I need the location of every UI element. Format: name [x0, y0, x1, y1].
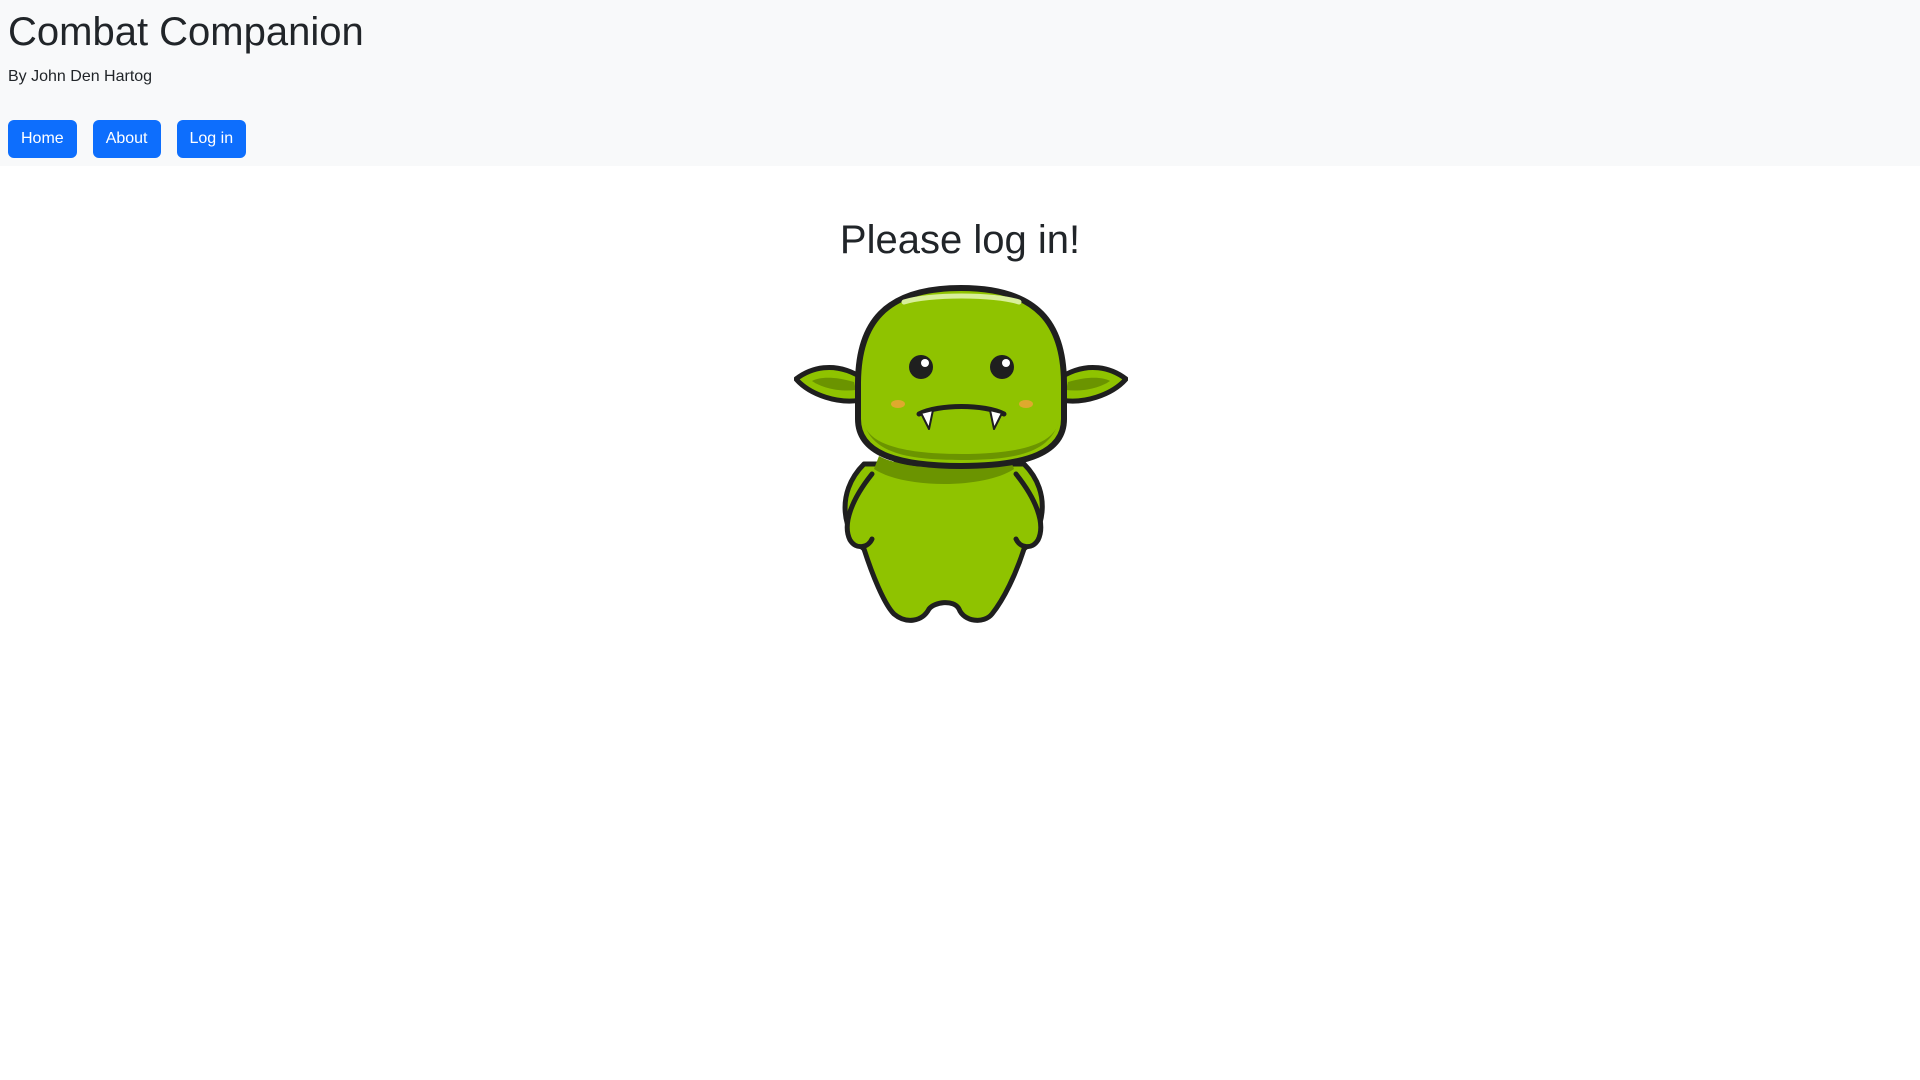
home-button[interactable]: Home: [8, 120, 77, 158]
app-title: Combat Companion: [8, 10, 364, 54]
goblin-mascot-icon: [793, 284, 1129, 628]
site-header: Combat Companion By John Den Hartog Home…: [0, 0, 1920, 166]
login-prompt-heading: Please log in!: [839, 218, 1081, 262]
author-byline: By John Den Hartog: [8, 68, 153, 85]
login-button[interactable]: Log in: [176, 120, 247, 158]
about-button[interactable]: About: [92, 120, 161, 158]
main-nav: Home About Log in: [8, 120, 247, 158]
